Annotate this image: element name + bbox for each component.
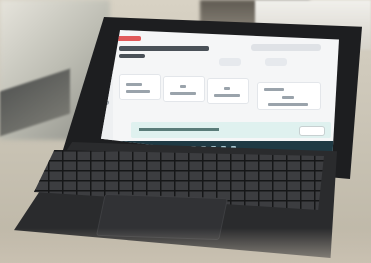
app-logo — [115, 36, 141, 41]
top-search-bar — [251, 44, 321, 51]
stat-card — [119, 74, 161, 100]
page-subtitle-blurred — [119, 54, 145, 58]
info-banner — [131, 122, 331, 138]
banner-text-blurred — [139, 128, 219, 131]
page-title-blurred — [119, 46, 209, 51]
banner-button — [299, 126, 325, 136]
header-chip — [265, 58, 287, 66]
header-chip — [219, 58, 241, 66]
feedback-card — [257, 82, 321, 110]
stat-card — [163, 76, 205, 102]
stat-card — [207, 78, 249, 104]
table-surface — [0, 228, 371, 263]
photo-scene — [0, 0, 371, 263]
